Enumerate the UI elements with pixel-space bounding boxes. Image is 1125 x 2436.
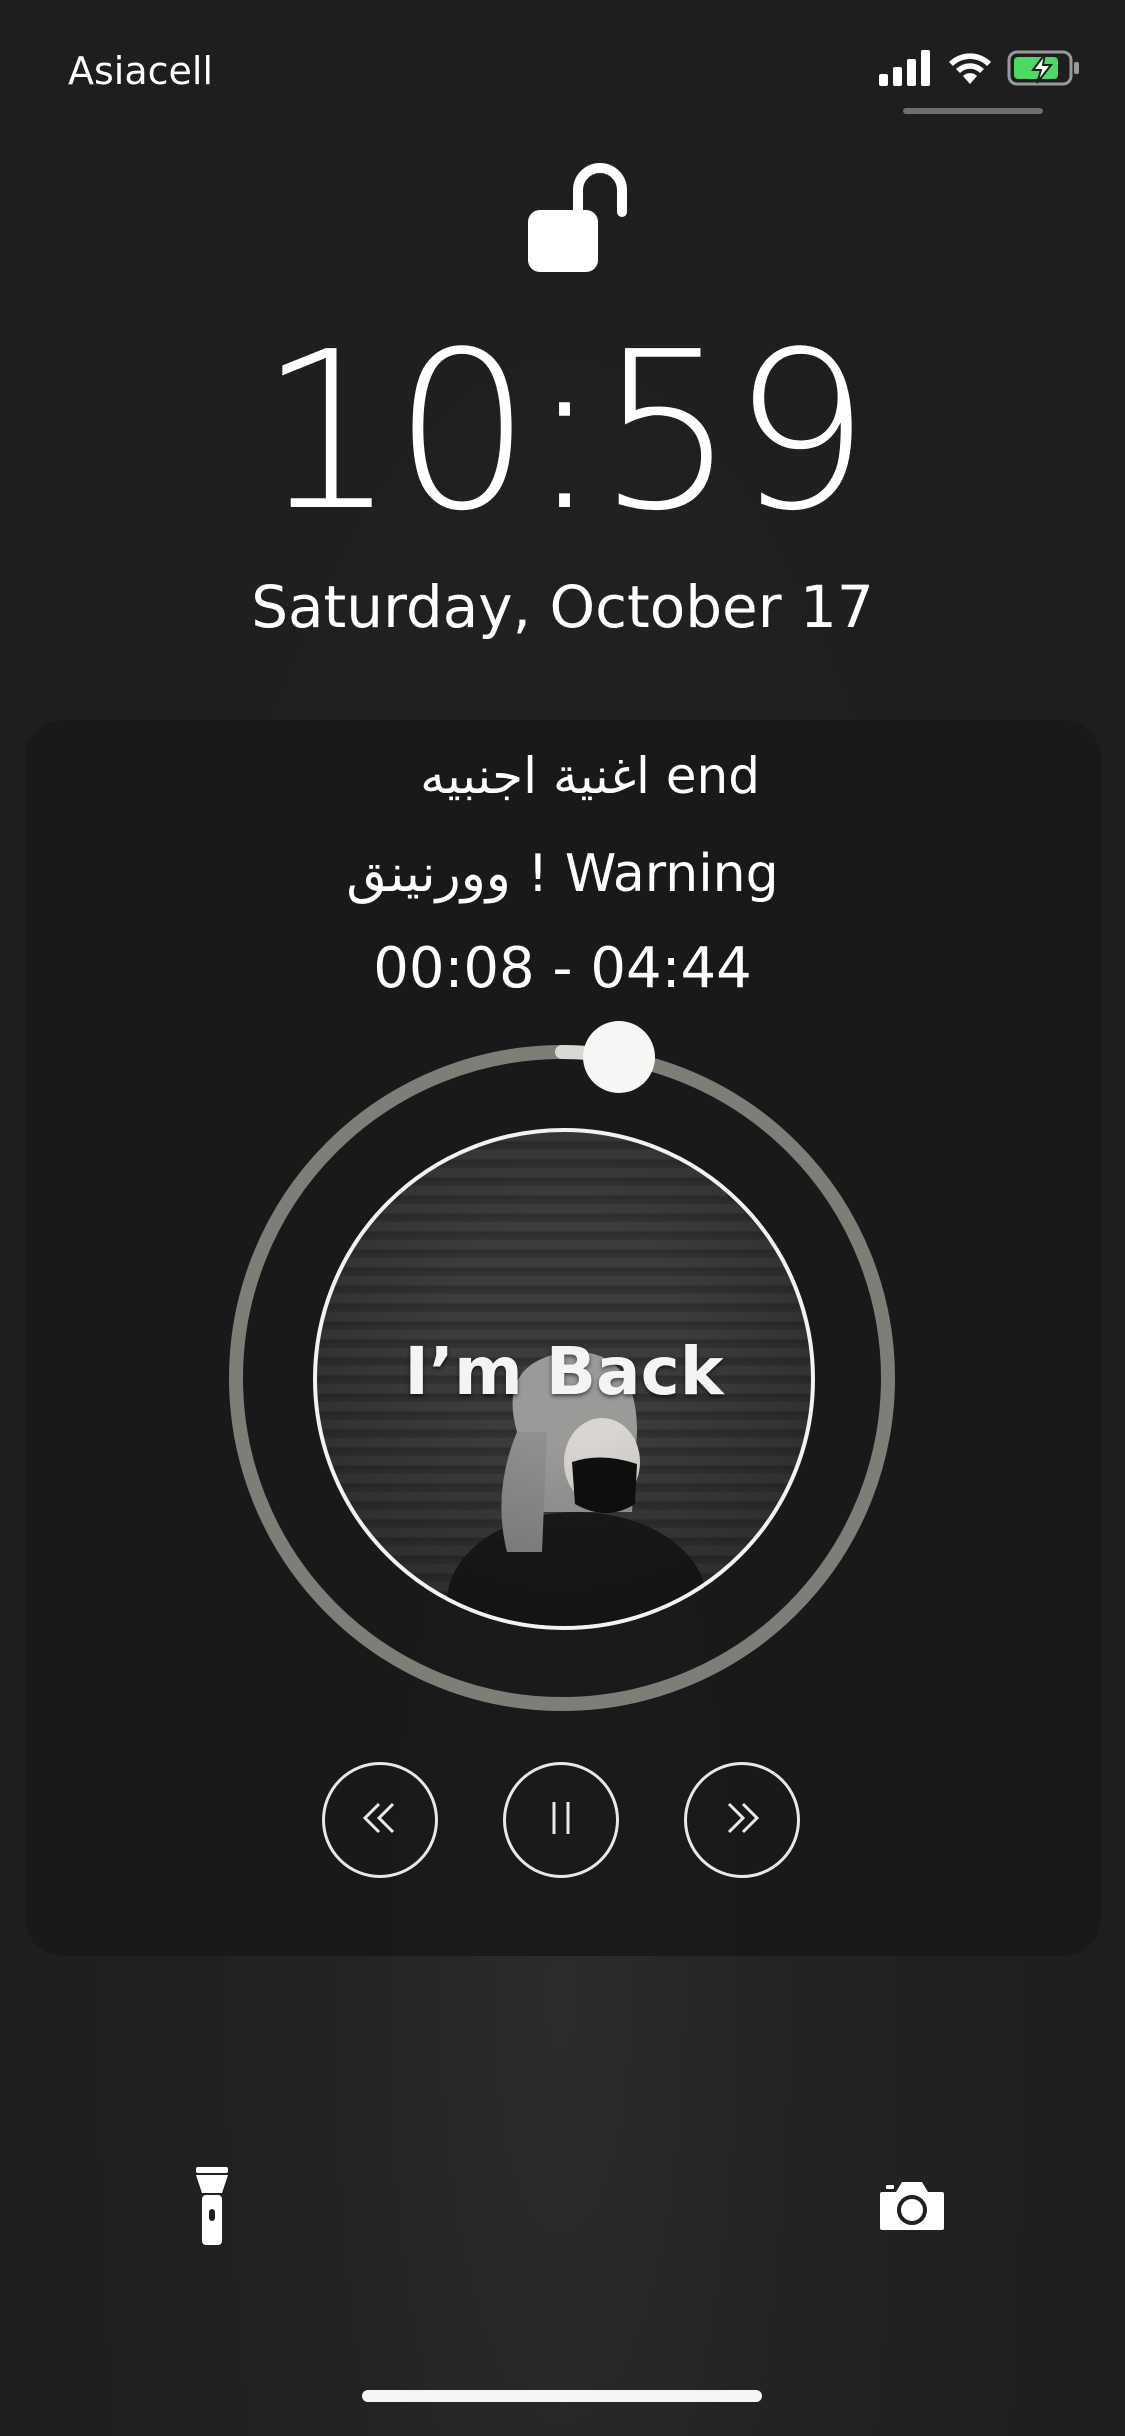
- song-title: اغنية اجنبيه end: [420, 747, 760, 805]
- status-indicator-line: [903, 108, 1043, 114]
- album-artwork: I’m Back: [313, 1128, 815, 1630]
- song-artist: وورنينق ! Warning: [346, 844, 779, 904]
- cellular-signal-icon: [879, 50, 933, 90]
- lock-screen: Asiacell 10:59 Saturday, October 17 اغني…: [0, 0, 1125, 2436]
- flashlight-button[interactable]: [162, 2158, 262, 2258]
- wifi-icon: [947, 50, 993, 90]
- next-track-button[interactable]: [684, 1762, 800, 1878]
- rewind-icon: [355, 1798, 405, 1842]
- camera-button[interactable]: [862, 2158, 962, 2258]
- home-indicator[interactable]: [362, 2390, 762, 2402]
- pause-icon: [541, 1798, 581, 1842]
- pause-button[interactable]: [503, 1762, 619, 1878]
- battery-charging-icon: [1007, 49, 1081, 91]
- camera-icon: [878, 2180, 946, 2236]
- previous-track-button[interactable]: [322, 1762, 438, 1878]
- lock-screen-date: Saturday, October 17: [251, 573, 874, 641]
- status-icons: [879, 48, 1081, 92]
- artwork-caption: I’m Back: [404, 1333, 724, 1410]
- song-time-display: 00:08 - 04:44: [373, 936, 752, 1001]
- fast-forward-icon: [717, 1798, 767, 1842]
- flashlight-icon: [192, 2165, 232, 2251]
- lock-screen-time: 10:59: [258, 306, 870, 559]
- unlocked-padlock-icon: [528, 160, 638, 280]
- carrier-name: Asiacell: [68, 49, 214, 93]
- progress-scrubber-knob[interactable]: [583, 1021, 656, 1094]
